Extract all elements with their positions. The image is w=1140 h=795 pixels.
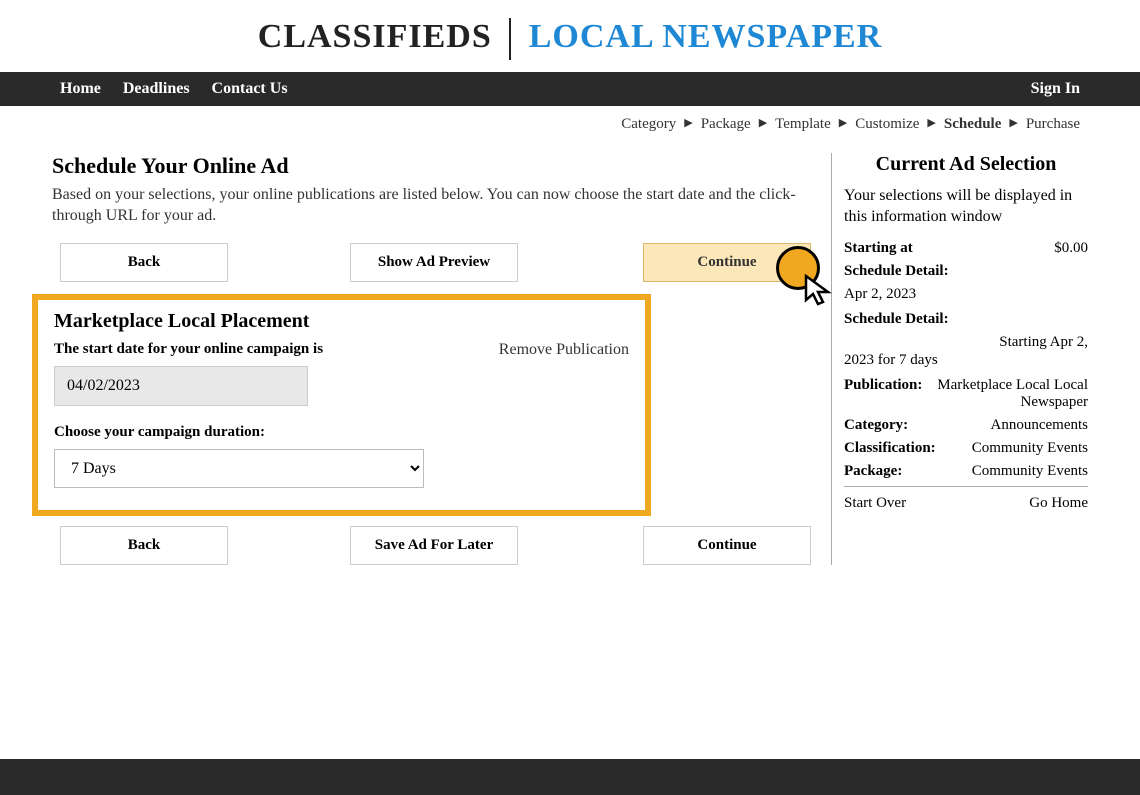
category-label: Category: (844, 417, 908, 434)
publication-value: Marketplace Local Local Newspaper (922, 377, 1088, 411)
header-newspaper: LOCAL NEWSPAPER (529, 18, 882, 55)
breadcrumb: Category ▶ Package ▶ Template ▶ Customiz… (0, 106, 1140, 133)
nav-contact[interactable]: Contact Us (212, 80, 288, 98)
chevron-right-icon: ▶ (927, 116, 935, 133)
page-description: Based on your selections, your online pu… (52, 185, 811, 227)
sidebar-description: Your selections will be displayed in thi… (844, 186, 1088, 228)
continue-button[interactable]: Continue (643, 243, 811, 282)
header-classifieds: CLASSIFIEDS (258, 18, 492, 55)
schedule-detail-right: Starting Apr 2, (844, 334, 1088, 351)
schedule-detail-label: Schedule Detail: (844, 263, 949, 280)
breadcrumb-template[interactable]: Template (775, 116, 831, 133)
package-value: Community Events (972, 463, 1088, 480)
start-date-label: The start date for your online campaign … (54, 341, 323, 358)
chevron-right-icon: ▶ (759, 116, 767, 133)
back-button[interactable]: Back (60, 243, 228, 282)
schedule-detail-left: 2023 for 7 days (844, 352, 938, 368)
breadcrumb-customize[interactable]: Customize (855, 116, 919, 133)
breadcrumb-package[interactable]: Package (701, 116, 751, 133)
publication-label: Publication: (844, 377, 922, 411)
back-button-lower[interactable]: Back (60, 526, 228, 565)
starting-at-value: $0.00 (1054, 240, 1088, 257)
sidebar: Current Ad Selection Your selections wil… (831, 153, 1088, 565)
breadcrumb-schedule[interactable]: Schedule (944, 116, 1002, 133)
page-title: Schedule Your Online Ad (52, 153, 811, 179)
breadcrumb-purchase[interactable]: Purchase (1026, 116, 1080, 133)
duration-label: Choose your campaign duration: (54, 424, 629, 441)
schedule-detail-label2: Schedule Detail: (844, 311, 949, 328)
nav-deadlines[interactable]: Deadlines (123, 80, 190, 98)
show-ad-preview-button[interactable]: Show Ad Preview (350, 243, 518, 282)
header-divider (509, 18, 511, 60)
placement-title: Marketplace Local Placement (54, 310, 629, 333)
category-value: Announcements (991, 417, 1088, 434)
breadcrumb-category[interactable]: Category (621, 116, 676, 133)
header: CLASSIFIEDS LOCAL NEWSPAPER (0, 0, 1140, 72)
placement-box: Marketplace Local Placement The start da… (32, 294, 651, 516)
package-label: Package: (844, 463, 902, 480)
nav-home[interactable]: Home (60, 80, 101, 98)
starting-at-label: Starting at (844, 240, 913, 257)
schedule-detail-date: Apr 2, 2023 (844, 286, 1088, 303)
duration-select[interactable]: 7 Days (54, 449, 424, 488)
footer (0, 759, 1140, 795)
chevron-right-icon: ▶ (1009, 116, 1017, 133)
navbar: Home Deadlines Contact Us Sign In (0, 72, 1140, 106)
go-home-link[interactable]: Go Home (1029, 495, 1088, 512)
chevron-right-icon: ▶ (839, 116, 847, 133)
sidebar-title: Current Ad Selection (844, 153, 1088, 176)
save-ad-later-button[interactable]: Save Ad For Later (350, 526, 518, 565)
chevron-right-icon: ▶ (684, 116, 692, 133)
nav-signin[interactable]: Sign In (1031, 80, 1080, 98)
remove-publication-link[interactable]: Remove Publication (499, 341, 629, 359)
start-date-input[interactable] (54, 366, 308, 406)
start-over-link[interactable]: Start Over (844, 495, 906, 512)
classification-label: Classification: (844, 440, 936, 457)
classification-value: Community Events (972, 440, 1088, 457)
continue-button-lower[interactable]: Continue (643, 526, 811, 565)
